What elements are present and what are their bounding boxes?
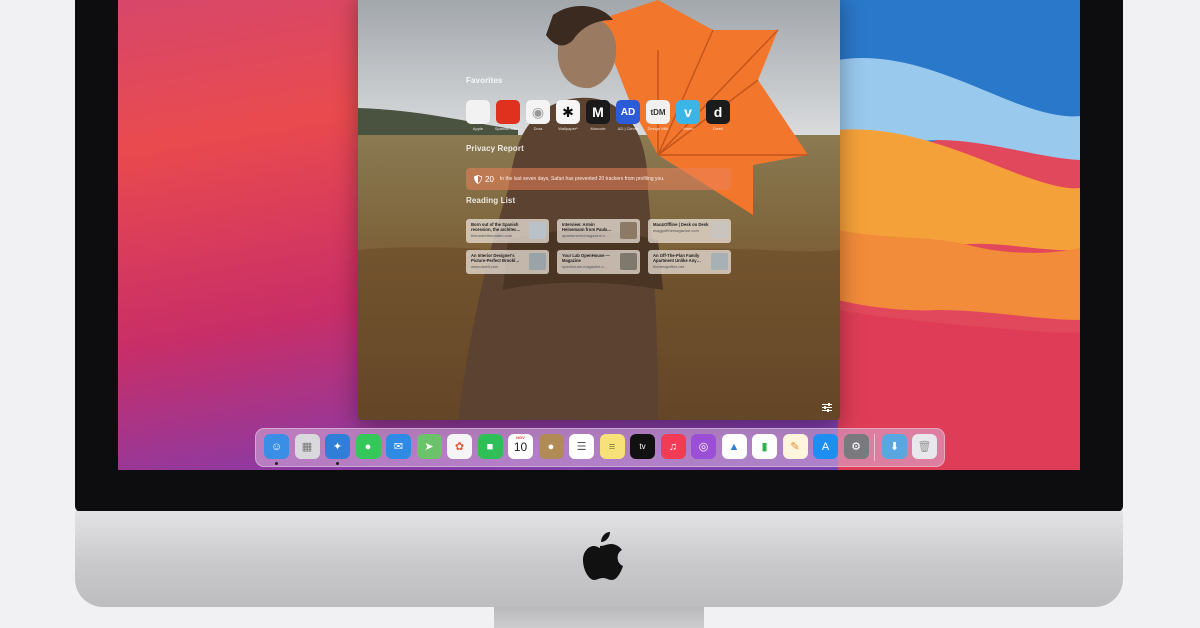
favorite-label: Apple [472, 126, 484, 131]
favorite-item[interactable]: d Dwell [706, 100, 730, 131]
favorites-title: Favorites [466, 76, 503, 85]
favorite-site-icon: AD [616, 100, 640, 124]
reminders-icon[interactable]: ☰ [569, 434, 594, 459]
safari-window[interactable]: Favorites Apple Spanish Mat… ◉ Dora ✱ Wallpap… [358, 0, 840, 420]
messages-icon[interactable]: ● [355, 434, 381, 459]
privacy-report-title: Privacy Report [466, 144, 524, 153]
privacy-count-group: 20 [474, 174, 494, 184]
favorite-label: Spanish Mat… [494, 126, 522, 131]
favorites-grid: Apple Spanish Mat… ◉ Dora ✱ Wallpaper* M Monocl… [466, 100, 730, 131]
app-store-icon[interactable]: A [813, 434, 838, 459]
product-shot: Favorites Apple Spanish Mat… ◉ Dora ✱ Wallpap… [0, 0, 1200, 628]
reading-item-title: Interview: Armin Heinemann from Paula… [562, 222, 612, 232]
facetime-icon[interactable]: ■ [477, 434, 503, 459]
favorite-item[interactable]: Apple [466, 100, 490, 131]
reading-item-site: maggoffthemagazine.com [653, 228, 699, 233]
numbers-icon[interactable]: ▮ [752, 434, 777, 459]
reading-list-item[interactable]: An Interior Designer's Picture-Perfect B… [466, 250, 549, 274]
trash-icon[interactable]: 🗑 [912, 434, 937, 459]
apple-logo-icon [583, 532, 623, 580]
favorite-label: Wallpaper* [558, 126, 578, 131]
reading-list-item[interactable]: Interview: Armin Heinemann from Paula… ap… [557, 219, 640, 243]
imac-stand [494, 606, 704, 628]
reading-item-thumbnail [529, 253, 546, 270]
pages-icon[interactable]: ✎ [782, 434, 808, 459]
desktop-screen: Favorites Apple Spanish Mat… ◉ Dora ✱ Wallpap… [118, 0, 1080, 470]
reading-item-site: theundertheunden.com [471, 233, 513, 238]
favorite-item[interactable]: AD AD | Clever [616, 100, 640, 131]
running-indicator [336, 462, 339, 465]
music-icon[interactable]: ♫ [660, 434, 686, 459]
reading-item-site: apartamentomagazine.c… [562, 233, 609, 238]
podcasts-icon[interactable]: ◎ [691, 434, 716, 459]
favorite-site-icon [496, 100, 520, 124]
safari-icon[interactable]: ✦ [325, 434, 350, 459]
running-indicator [275, 462, 278, 465]
reading-item-title: An Off-The-Plan Family Apartment Unlike … [653, 253, 701, 263]
privacy-summary-text: In the last seven days, Safari has preve… [499, 176, 665, 182]
favorite-site-icon: M [586, 100, 610, 124]
reading-item-site: thedesignfiles.net [653, 264, 685, 269]
favorite-site-icon: v [676, 100, 700, 124]
mail-icon[interactable]: ✉ [386, 434, 411, 459]
big-sur-wallpaper [838, 0, 1080, 470]
maps-icon[interactable]: ➤ [416, 434, 442, 459]
favorite-label: Design Milk [647, 126, 669, 131]
notes-icon[interactable]: ≡ [599, 434, 625, 459]
reading-item-title: An Interior Designer's Picture-Perfect B… [471, 253, 520, 263]
reading-item-thumbnail [711, 253, 728, 270]
reading-list-item[interactable]: Mac&Offline | Desk on Desk maggoffthemaga… [648, 219, 731, 243]
favorite-site-icon [466, 100, 490, 124]
favorite-label: Monocle [590, 126, 606, 131]
favorite-site-icon: tDM [646, 100, 670, 124]
reading-item-title: Mac&Offline | Desk on Desk [653, 222, 709, 227]
reading-list-item[interactable]: An Off-The-Plan Family Apartment Unlike … [648, 250, 731, 274]
calendar-day: 10 [513, 440, 528, 454]
photos-icon[interactable]: ✿ [447, 434, 472, 459]
favorite-item[interactable]: v Vimeo [676, 100, 700, 131]
reading-item-thumbnail [711, 222, 728, 239]
favorite-item[interactable]: M Monocle [586, 100, 610, 131]
dock-separator [874, 434, 875, 461]
favorite-label: Dora [533, 126, 543, 131]
launchpad-icon[interactable]: ▦ [294, 434, 320, 459]
reading-item-site: www.dwell.com [471, 264, 499, 269]
finder-icon[interactable]: ☺ [264, 434, 289, 459]
reading-list-title: Reading List [466, 196, 516, 205]
reading-item-thumbnail [529, 222, 546, 239]
privacy-tracker-count: 20 [485, 174, 494, 184]
favorite-item[interactable]: ◉ Dora [526, 100, 550, 131]
favorite-item[interactable]: tDM Design Milk [646, 100, 670, 131]
keynote-icon[interactable]: ▲ [721, 434, 747, 459]
dock: ☺ ▦ ✦ ● ✉ ➤ ✿ ■ NOV 10 ● ☰ ≡ tv ♫ ◎ ▲ ▮ ✎ A ⚙ ⬇ 🗑 [255, 428, 945, 467]
reading-item-title: Your Lab OpenHouse — Magazine [562, 253, 610, 263]
start-page-background-photo [358, 0, 840, 420]
favorite-label: Vimeo [682, 126, 694, 131]
reading-item-thumbnail [620, 253, 637, 270]
reading-item-site: openhouse-magazine.c… [562, 264, 608, 269]
reading-list-item[interactable]: Your Lab OpenHouse — Magazine openhouse-m… [557, 250, 640, 274]
favorite-site-icon: d [706, 100, 730, 124]
reading-item-thumbnail [620, 222, 637, 239]
shield-icon [474, 174, 482, 184]
customize-start-page-icon[interactable] [822, 403, 832, 412]
reading-list-grid: Born out of the Spanish recession, the a… [466, 219, 731, 274]
calendar-icon[interactable]: NOV 10 [508, 434, 533, 459]
favorite-item[interactable]: Spanish Mat… [494, 100, 522, 131]
tv-icon[interactable]: tv [630, 434, 655, 459]
contacts-icon[interactable]: ● [538, 434, 564, 459]
favorite-label: AD | Clever [617, 126, 639, 131]
privacy-report-card[interactable]: 20 In the last seven days, Safari has pr… [466, 168, 731, 190]
favorite-item[interactable]: ✱ Wallpaper* [556, 100, 580, 131]
favorite-site-icon: ◉ [526, 100, 550, 124]
downloads-folder-icon[interactable]: ⬇ [882, 434, 907, 459]
favorite-label: Dwell [713, 126, 723, 131]
favorite-site-icon: ✱ [556, 100, 580, 124]
system-preferences-icon[interactable]: ⚙ [843, 434, 869, 459]
reading-item-title: Born out of the Spanish recession, the a… [471, 222, 521, 232]
reading-list-item[interactable]: Born out of the Spanish recession, the a… [466, 219, 549, 243]
